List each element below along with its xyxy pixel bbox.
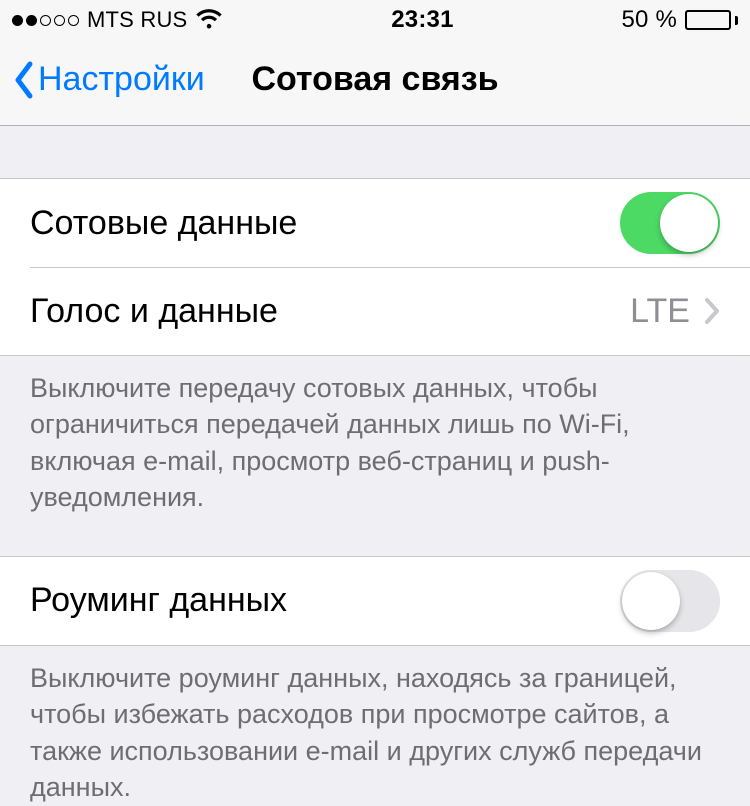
- wifi-icon: [195, 9, 223, 31]
- signal-strength-icon: [12, 15, 79, 26]
- cell-cellular-data[interactable]: Сотовые данные: [0, 179, 750, 267]
- cell-label: Роуминг данных: [30, 581, 620, 620]
- battery-percentage: 50 %: [621, 6, 677, 34]
- status-bar: MTS RUS 23:31 50 %: [0, 0, 750, 40]
- status-left: MTS RUS: [12, 7, 223, 33]
- cell-value: LTE: [630, 292, 690, 331]
- page-title: Сотовая связь: [251, 60, 498, 99]
- group-cellular-footer: Выключите передачу сотовых данных, чтобы…: [0, 356, 750, 516]
- cell-voice-and-data[interactable]: Голос и данные LTE: [0, 267, 750, 355]
- navigation-bar: Настройки Сотовая связь: [0, 40, 750, 126]
- chevron-left-icon: [12, 60, 36, 100]
- back-button[interactable]: Настройки: [12, 60, 205, 100]
- cellular-data-toggle[interactable]: [620, 192, 720, 254]
- cell-label: Голос и данные: [30, 292, 630, 331]
- status-time: 23:31: [391, 6, 453, 34]
- battery-icon: [685, 10, 738, 30]
- back-label: Настройки: [38, 60, 205, 99]
- carrier-label: MTS RUS: [87, 7, 187, 33]
- group-roaming: Роуминг данных: [0, 556, 750, 646]
- group-roaming-footer: Выключите роуминг данных, находясь за гр…: [0, 646, 750, 806]
- group-cellular: Сотовые данные Голос и данные LTE: [0, 178, 750, 356]
- chevron-right-icon: [704, 297, 720, 325]
- status-right: 50 %: [621, 6, 738, 34]
- cell-label: Сотовые данные: [30, 204, 620, 243]
- data-roaming-toggle[interactable]: [620, 570, 720, 632]
- cell-data-roaming[interactable]: Роуминг данных: [0, 557, 750, 645]
